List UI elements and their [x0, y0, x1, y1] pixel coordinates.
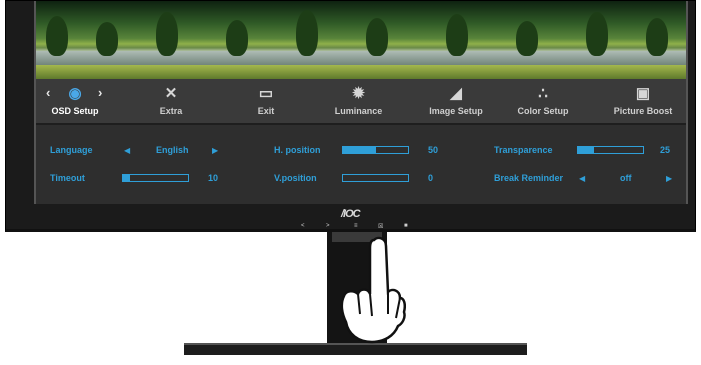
h-position-value: 50 — [428, 145, 439, 155]
tab-label: Exit — [257, 106, 275, 116]
exit-door-icon: ▭ — [258, 85, 274, 102]
v-position-value: 0 — [428, 173, 434, 183]
tab-color-setup[interactable]: ∴ Color Setup — [506, 79, 580, 123]
tab-label: Image Setup — [429, 106, 483, 116]
color-dots-icon: ∴ — [538, 85, 548, 102]
tab-label: Color Setup — [517, 106, 569, 116]
tab-extra[interactable]: ✕ Extra — [136, 79, 206, 123]
sun-icon: ✹ — [352, 85, 365, 102]
tab-osd-setup[interactable]: ◉ OSD Setup — [40, 79, 110, 123]
timeout-slider[interactable] — [122, 174, 189, 182]
menu-key-button[interactable]: ≡ — [354, 223, 358, 229]
v-position-slider[interactable] — [342, 174, 409, 182]
h-position-slider[interactable] — [342, 146, 409, 154]
break-reminder-label: Break Reminder — [494, 173, 564, 183]
osd-setup-panel: Language ◀ English ▶ Timeout 10 H. posit… — [36, 125, 686, 204]
tools-icon: ✕ — [164, 85, 178, 102]
monitor-stand-base — [184, 343, 527, 355]
tab-label: Luminance — [334, 106, 383, 116]
tab-luminance[interactable]: ✹ Luminance — [321, 79, 396, 123]
tab-label: Picture Boost — [613, 106, 673, 116]
osd-tab-bar: ‹ › ◉ OSD Setup ✕ Extra ▭ Exit ✹ Luminan… — [36, 79, 686, 125]
pointing-hand-icon — [340, 236, 406, 344]
transparence-label: Transparence — [494, 145, 553, 155]
h-position-label: H. position — [274, 145, 321, 155]
power-key-button[interactable]: ■ — [404, 223, 408, 229]
v-position-label: V.position — [274, 173, 317, 183]
language-next-icon[interactable]: ▶ — [212, 146, 218, 155]
screen: ‹ › ◉ OSD Setup ✕ Extra ▭ Exit ✹ Luminan… — [34, 1, 688, 204]
transparence-slider[interactable] — [577, 146, 644, 154]
picture-boost-icon: ▣ — [635, 85, 651, 102]
break-reminder-value[interactable]: off — [620, 173, 632, 183]
tab-exit[interactable]: ▭ Exit — [231, 79, 301, 123]
globe-gear-icon: ◉ — [68, 85, 82, 102]
landscape-photo — [36, 1, 686, 79]
h-position-slider-fill — [343, 147, 376, 153]
tab-image-setup[interactable]: ◢ Image Setup — [414, 79, 498, 123]
left-key-button[interactable]: < — [301, 223, 305, 229]
right-key-button[interactable]: > — [326, 223, 330, 229]
timeout-label: Timeout — [50, 173, 85, 183]
aoc-logo: /IOC — [341, 208, 361, 220]
language-value[interactable]: English — [156, 145, 189, 155]
language-prev-icon[interactable]: ◀ — [124, 146, 130, 155]
tab-label: Extra — [159, 106, 183, 116]
timeout-value: 10 — [208, 173, 219, 183]
break-reminder-prev-icon[interactable]: ◀ — [579, 174, 585, 183]
language-label: Language — [50, 145, 93, 155]
transparence-value: 25 — [660, 145, 671, 155]
exit-key-button[interactable]: ☒ — [378, 223, 383, 230]
transparence-slider-fill — [578, 147, 595, 153]
monitor: ‹ › ◉ OSD Setup ✕ Extra ▭ Exit ✹ Luminan… — [5, 0, 696, 232]
tab-label: OSD Setup — [51, 106, 99, 116]
break-reminder-next-icon[interactable]: ▶ — [666, 174, 672, 183]
tab-picture-boost[interactable]: ▣ Picture Boost — [602, 79, 684, 123]
timeout-slider-fill — [123, 175, 130, 181]
image-adjust-icon: ◢ — [450, 85, 462, 102]
